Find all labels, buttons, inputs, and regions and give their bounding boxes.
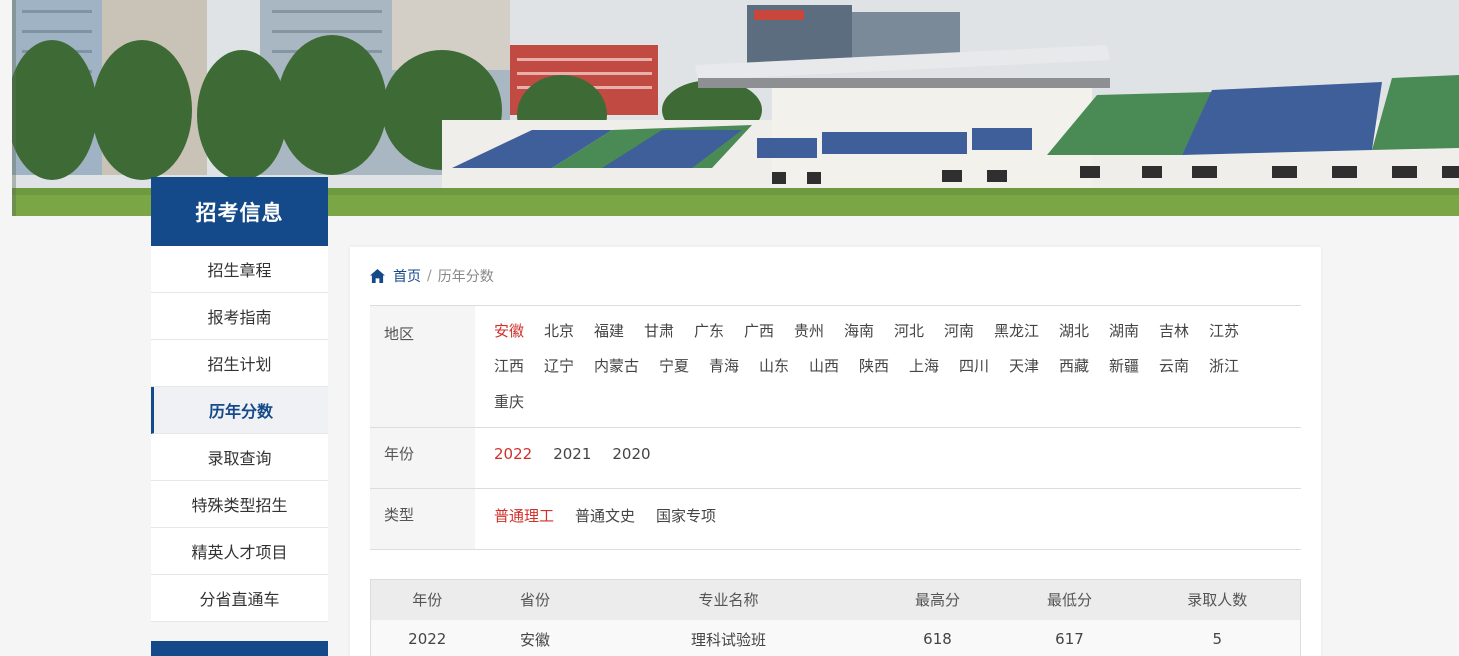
- sidebar: 招考信息 招生章程 报考指南 招生计划 历年分数 录取查询 特殊类型招生 精英人…: [151, 177, 328, 656]
- column-header-admitted-count: 录取人数: [1134, 579, 1301, 620]
- breadcrumb-separator: /: [427, 268, 432, 284]
- cell-max-score: 618: [870, 619, 1005, 656]
- year-options: 2022 2021 2020: [475, 428, 1301, 488]
- year-filter-row: 年份 2022 2021 2020: [370, 428, 1301, 489]
- year-filter-label: 年份: [370, 428, 475, 488]
- region-option[interactable]: 安徽: [494, 321, 544, 351]
- region-option[interactable]: 江苏: [1209, 321, 1259, 351]
- region-filter-label: 地区: [370, 306, 475, 427]
- region-option[interactable]: 青海: [709, 356, 759, 386]
- breadcrumb-home-link[interactable]: 首页: [393, 266, 421, 286]
- column-header-max-score: 最高分: [870, 579, 1005, 620]
- cell-year: 2022: [370, 619, 484, 656]
- sidebar-item-enrollment-plan[interactable]: 招生计划: [151, 340, 328, 387]
- region-option[interactable]: 湖北: [1059, 321, 1109, 351]
- sidebar-title: 招考信息: [151, 177, 328, 246]
- cell-province: 安徽: [483, 619, 587, 656]
- region-option[interactable]: 河北: [894, 321, 944, 351]
- year-option[interactable]: 2021: [553, 445, 591, 463]
- column-header-min-score: 最低分: [1004, 579, 1135, 620]
- region-option[interactable]: 内蒙古: [594, 356, 659, 386]
- region-option[interactable]: 浙江: [1209, 356, 1259, 386]
- breadcrumb: 首页 / 历年分数: [370, 267, 494, 285]
- region-filter-row: 地区 安徽 北京 福建 甘肃 广东 广西 贵州 海南 河北 河南 黑龙江 湖北 湖南 吉林 江苏江西 辽宁 内蒙…: [370, 306, 1301, 428]
- year-option[interactable]: 2022: [494, 445, 532, 463]
- region-option[interactable]: 上海: [909, 356, 959, 386]
- region-option[interactable]: 甘肃: [644, 321, 694, 351]
- type-option[interactable]: 普通文史: [575, 505, 635, 526]
- region-option[interactable]: 辽宁: [544, 356, 594, 386]
- type-filter-row: 类型 普通理工 普通文史 国家专项: [370, 489, 1301, 550]
- region-option[interactable]: 云南: [1159, 356, 1209, 386]
- cell-major: 理科试验班: [586, 619, 871, 656]
- region-options: 安徽 北京 福建 甘肃 广东 广西 贵州 海南 河北 河南 黑龙江 湖北 湖南 吉林 江苏江西 辽宁 内蒙古 宁夏…: [475, 306, 1301, 427]
- region-option[interactable]: 广东: [694, 321, 744, 351]
- home-icon[interactable]: [370, 269, 385, 283]
- region-option[interactable]: 海南: [844, 321, 894, 351]
- column-header-major: 专业名称: [586, 579, 871, 620]
- sidebar-item-admission-charter[interactable]: 招生章程: [151, 246, 328, 293]
- region-option[interactable]: 湖南: [1109, 321, 1159, 351]
- region-option[interactable]: 北京: [544, 321, 594, 351]
- region-option[interactable]: 陕西: [859, 356, 909, 386]
- type-options: 普通理工 普通文史 国家专项: [475, 489, 1301, 549]
- breadcrumb-current: 历年分数: [437, 269, 494, 285]
- column-header-year: 年份: [370, 579, 484, 620]
- filter-panel: 地区 安徽 北京 福建 甘肃 广东 广西 贵州 海南 河北 河南 黑龙江 湖北 湖南 吉林 江苏江西 辽宁 内蒙…: [370, 305, 1301, 550]
- sidebar-item-historical-scores[interactable]: 历年分数: [151, 387, 328, 434]
- region-option[interactable]: 天津: [1009, 356, 1059, 386]
- region-option[interactable]: 福建: [594, 321, 644, 351]
- sidebar-item-admission-query[interactable]: 录取查询: [151, 434, 328, 481]
- year-option[interactable]: 2020: [612, 445, 650, 463]
- region-option[interactable]: 广西: [744, 321, 794, 351]
- sidebar-item-elite-talent[interactable]: 精英人才项目: [151, 528, 328, 575]
- region-option[interactable]: 黑龙江: [994, 321, 1059, 351]
- table-row: 2022 安徽 理科试验班 618 617 5: [370, 619, 1301, 656]
- region-option[interactable]: 山西: [809, 356, 859, 386]
- type-option[interactable]: 普通理工: [494, 505, 554, 526]
- region-option[interactable]: 重庆: [494, 392, 544, 422]
- region-option[interactable]: 四川: [959, 356, 1009, 386]
- region-option[interactable]: 吉林: [1159, 321, 1209, 351]
- score-table: 年份 省份 专业名称 最高分 最低分 录取人数 2022 安徽 理科试验班 61…: [370, 579, 1301, 656]
- column-header-province: 省份: [483, 579, 587, 620]
- cell-min-score: 617: [1004, 619, 1135, 656]
- region-option[interactable]: 新疆: [1109, 356, 1159, 386]
- sidebar-item-special-admission[interactable]: 特殊类型招生: [151, 481, 328, 528]
- sidebar-second-block: [151, 641, 328, 656]
- region-option[interactable]: 西藏: [1059, 356, 1109, 386]
- region-option[interactable]: 山东: [759, 356, 809, 386]
- type-option[interactable]: 国家专项: [656, 505, 716, 526]
- cell-admitted-count: 5: [1134, 619, 1301, 656]
- main-panel: 首页 / 历年分数 地区 安徽 北京 福建 甘肃 广东 广西 贵州 海南 河北 河南 黑龙江 湖北 湖南…: [350, 247, 1321, 656]
- table-header-row: 年份 省份 专业名称 最高分 最低分 录取人数: [370, 579, 1301, 620]
- type-filter-label: 类型: [370, 489, 475, 549]
- sidebar-item-province-express[interactable]: 分省直通车: [151, 575, 328, 622]
- region-option[interactable]: 宁夏: [659, 356, 709, 386]
- sidebar-item-application-guide[interactable]: 报考指南: [151, 293, 328, 340]
- region-option[interactable]: 河南: [944, 321, 994, 351]
- region-option[interactable]: 贵州: [794, 321, 844, 351]
- region-option[interactable]: 江西: [494, 356, 544, 386]
